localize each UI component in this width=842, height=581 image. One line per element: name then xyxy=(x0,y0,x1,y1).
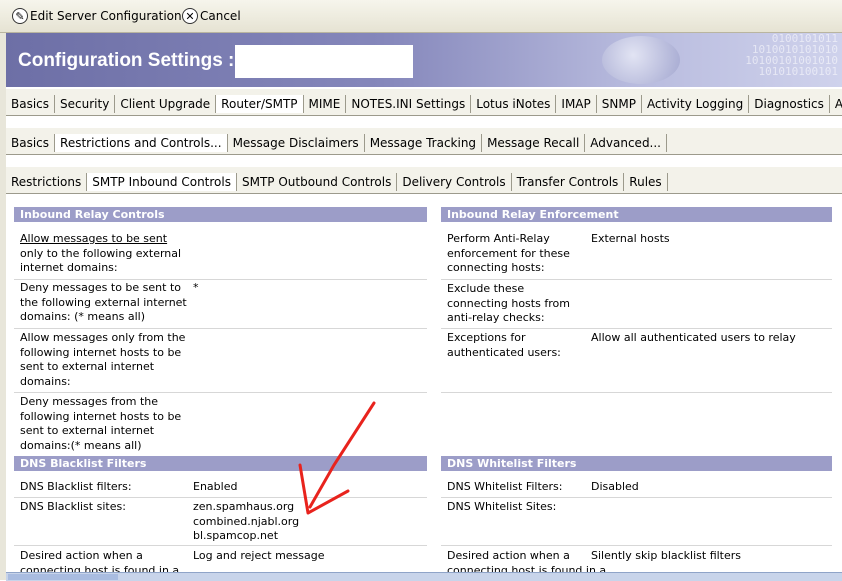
deny-sent-value: * xyxy=(193,281,199,294)
allow-sent-label-line: Allow messages to be sent xyxy=(20,232,168,245)
antirelay-value: External hosts xyxy=(591,232,670,245)
main-tabs: Basics Security Client Upgrade Router/SMTP M… xyxy=(6,89,842,116)
deny-hosts-label: Deny messages from the following interne… xyxy=(20,395,181,453)
cancel-label: Cancel xyxy=(200,9,241,23)
subtab-message-tracking[interactable]: Message Tracking xyxy=(365,134,483,152)
tab-imap[interactable]: IMAP xyxy=(556,95,597,113)
sub2-tabs: Restrictions SMTP Inbound Controls SMTP Ou… xyxy=(6,167,842,194)
allow-hosts-label: Allow messages only from the following i… xyxy=(20,331,185,389)
pencil-icon: ✎ xyxy=(12,8,28,24)
banner: 0100101011 1010010101010 10100101001010 … xyxy=(6,33,842,87)
tab-admin[interactable]: Admin xyxy=(830,95,842,113)
close-icon: ✕ xyxy=(182,8,198,24)
tab-router-smtp[interactable]: Router/SMTP xyxy=(216,95,304,113)
allow-sent-label-line: internet domains: xyxy=(20,261,118,274)
deny-sent-label-line: domains: (* means all) xyxy=(20,310,145,323)
sub-tabs: Basics Restrictions and Controls... Messag… xyxy=(6,128,842,155)
dnsbl-sites-value: zen.spamhaus.org combined.njabl.org bl.s… xyxy=(193,500,299,544)
subtab-advanced[interactable]: Advanced... xyxy=(585,134,667,152)
dnsbl-filters-value: Enabled xyxy=(193,480,238,493)
exclude-label-line: Exclude these xyxy=(447,282,525,295)
dnsbl-site: combined.njabl.org xyxy=(193,514,300,528)
dnswl-filters-value: Disabled xyxy=(591,480,639,493)
antirelay-label-line: connecting hosts: xyxy=(447,261,545,274)
allow-hosts-label-line: sent to external internet xyxy=(20,360,155,373)
subtab-message-recall[interactable]: Message Recall xyxy=(482,134,586,152)
exclude-label-line: anti-relay checks: xyxy=(447,311,545,324)
server-name-field xyxy=(235,45,413,78)
row-divider xyxy=(441,328,832,329)
exceptions-value: Allow all authenticated users to relay xyxy=(591,331,796,344)
dnsbl-site: bl.spamcop.net xyxy=(193,529,279,542)
subtab2-smtp-inbound-controls[interactable]: SMTP Inbound Controls xyxy=(87,173,237,191)
dnsbl-sites-label: DNS Blacklist sites: xyxy=(20,500,126,513)
allow-hosts-label-line: following internet hosts to be xyxy=(20,345,182,359)
dns-blacklist-filters-header: DNS Blacklist Filters xyxy=(14,456,427,471)
dnswl-action-value: Silently skip blacklist filters xyxy=(591,549,742,562)
dnswl-filters-label: DNS Whitelist Filters: xyxy=(447,480,563,493)
deny-sent-label-line: the following external internet xyxy=(20,295,187,309)
allow-sent-label-line: only to the following external xyxy=(20,246,182,260)
row-divider xyxy=(14,497,427,498)
tab-snmp[interactable]: SNMP xyxy=(597,95,642,113)
exceptions-label-line: authenticated users: xyxy=(447,345,561,359)
cancel-button[interactable]: ✕ Cancel xyxy=(182,6,241,26)
deny-hosts-label-line: sent to external internet xyxy=(20,424,155,437)
tab-lotus-inotes[interactable]: Lotus iNotes xyxy=(471,95,557,113)
exceptions-label: Exceptions for authenticated users: xyxy=(447,331,561,360)
tab-client-upgrade[interactable]: Client Upgrade xyxy=(115,95,217,113)
antirelay-label: Perform Anti-Relay enforcement for these… xyxy=(447,232,570,276)
subtab2-rules[interactable]: Rules xyxy=(624,173,668,191)
tab-security[interactable]: Security xyxy=(55,95,116,113)
subtab-basics[interactable]: Basics xyxy=(6,134,56,152)
deny-hosts-label-line: domains:(* means all) xyxy=(20,438,142,452)
dnswl-sites-label: DNS Whitelist Sites: xyxy=(447,500,557,513)
dnsbl-filters-label: DNS Blacklist filters: xyxy=(20,480,132,493)
row-divider xyxy=(441,392,832,393)
dns-whitelist-filters-header: DNS Whitelist Filters xyxy=(441,456,832,471)
deny-hosts-label-line: Deny messages from the xyxy=(20,395,159,408)
dnsbl-site: zen.spamhaus.org xyxy=(193,500,295,513)
row-divider xyxy=(14,279,427,280)
subtab2-restrictions[interactable]: Restrictions xyxy=(6,173,88,191)
subtab2-delivery-controls[interactable]: Delivery Controls xyxy=(397,173,512,191)
inbound-relay-enforcement-header: Inbound Relay Enforcement xyxy=(441,207,832,222)
dnsbl-action-value: Log and reject message xyxy=(193,549,325,562)
deny-sent-label-line: Deny messages to be sent to xyxy=(20,281,181,294)
allow-hosts-label-line: domains: xyxy=(20,374,71,388)
antirelay-label-line: enforcement for these xyxy=(447,246,570,260)
edit-server-configuration-button[interactable]: ✎ Edit Server Configuration xyxy=(12,6,182,26)
row-divider xyxy=(14,545,427,546)
row-divider xyxy=(14,392,427,393)
allow-hosts-label-line: Allow messages only from the xyxy=(20,331,186,344)
row-divider xyxy=(441,279,832,280)
subtab2-transfer-controls[interactable]: Transfer Controls xyxy=(512,173,625,191)
deny-sent-label: Deny messages to be sent to the followin… xyxy=(20,281,187,325)
row-divider xyxy=(441,545,832,546)
tab-activity-logging[interactable]: Activity Logging xyxy=(642,95,750,113)
tab-notes-ini-settings[interactable]: NOTES.INI Settings xyxy=(346,95,472,113)
toolbar: ✎ Edit Server Configuration ✕ Cancel xyxy=(0,0,842,33)
edit-label: Edit Server Configuration xyxy=(30,9,182,23)
page-title: Configuration Settings : xyxy=(18,50,235,71)
subtab-message-disclaimers[interactable]: Message Disclaimers xyxy=(228,134,365,152)
exclude-label: Exclude these connecting hosts from anti… xyxy=(447,282,570,326)
subtab-restrictions-and-controls[interactable]: Restrictions and Controls... xyxy=(55,134,228,152)
binary-decoration: 0100101011 1010010101010 10100101001010 … xyxy=(745,33,838,78)
subtab2-smtp-outbound-controls[interactable]: SMTP Outbound Controls xyxy=(237,173,398,191)
tab-basics[interactable]: Basics xyxy=(6,95,56,113)
antirelay-label-line: Perform Anti-Relay xyxy=(447,232,550,245)
tab-diagnostics[interactable]: Diagnostics xyxy=(749,95,830,113)
inbound-relay-controls-header: Inbound Relay Controls xyxy=(14,207,427,222)
dnswl-action-label-line: Desired action when a xyxy=(447,549,570,562)
exclude-label-line: connecting hosts from xyxy=(447,296,570,310)
row-divider xyxy=(14,328,427,329)
scrollbar-thumb[interactable] xyxy=(8,574,118,580)
row-divider xyxy=(441,497,832,498)
allow-sent-label: Allow messages to be sent only to the fo… xyxy=(20,232,181,276)
dnsbl-action-label-line: Desired action when a xyxy=(20,549,143,562)
tab-mime[interactable]: MIME xyxy=(304,95,347,113)
exceptions-label-line: Exceptions for xyxy=(447,331,526,344)
deny-hosts-label-line: following internet hosts to be xyxy=(20,409,182,423)
